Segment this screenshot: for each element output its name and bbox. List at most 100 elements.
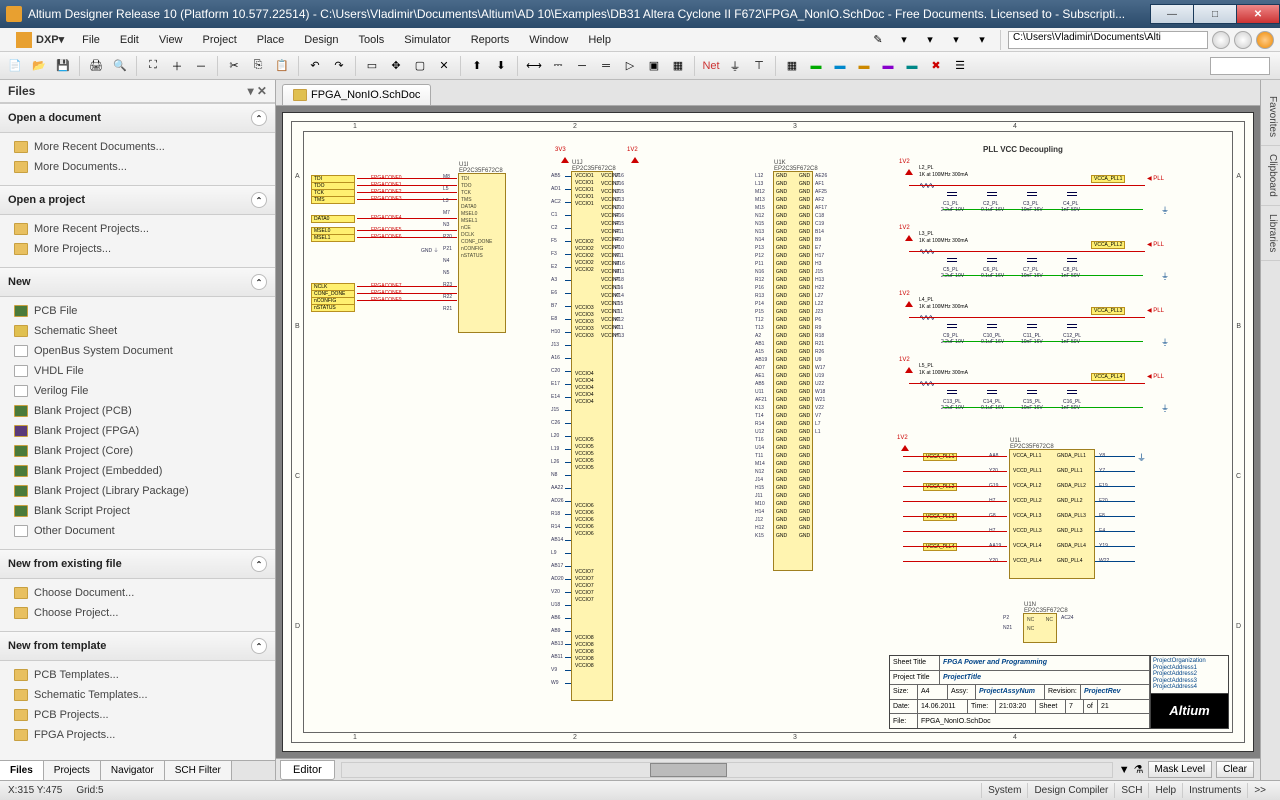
status-button-designcompiler[interactable]: Design Compiler — [1027, 783, 1114, 798]
pencil-icon[interactable]: ✎ — [867, 29, 889, 51]
place-power-icon[interactable]: ⏚ — [724, 55, 746, 77]
wire-icon[interactable]: ─ — [571, 55, 593, 77]
filter-icon[interactable]: ▼ — [1119, 764, 1130, 776]
sidebar-item[interactable]: More Recent Projects... — [0, 219, 275, 239]
layer1-icon[interactable]: ▬ — [805, 55, 827, 77]
status-button-system[interactable]: System — [981, 783, 1027, 798]
close-button[interactable]: ✕ — [1236, 4, 1280, 24]
new-icon[interactable]: 📄 — [4, 55, 26, 77]
panel-tab-sch-filter[interactable]: SCH Filter — [165, 761, 232, 780]
port-icon[interactable]: ▷ — [619, 55, 641, 77]
section-header[interactable]: Open a project⌃ — [0, 185, 275, 215]
dropdown-icon[interactable]: ▾ — [893, 29, 915, 51]
section-header[interactable]: New from existing file⌃ — [0, 549, 275, 579]
menu-project[interactable]: Project — [193, 34, 247, 46]
schematic-canvas[interactable]: 11223344AABBCCDD U1IEP2C35F672C8 TDITDOT… — [282, 112, 1254, 752]
sidebar-item[interactable]: Choose Document... — [0, 583, 275, 603]
collapse-icon[interactable]: ⌃ — [251, 274, 267, 290]
clear-button[interactable]: Clear — [1216, 761, 1254, 778]
menu-file[interactable]: File — [72, 34, 110, 46]
status-button-sch[interactable]: SCH — [1114, 783, 1148, 798]
panel-tab-navigator[interactable]: Navigator — [101, 761, 165, 780]
minimize-button[interactable]: — — [1150, 4, 1194, 24]
toolbar-input[interactable] — [1210, 57, 1270, 75]
sidebar-item[interactable]: PCB Projects... — [0, 705, 275, 725]
menu-simulator[interactable]: Simulator — [394, 34, 460, 46]
nav-fwd-button[interactable] — [1234, 31, 1252, 49]
status-button-[interactable]: >> — [1247, 783, 1272, 798]
dxp-menu[interactable]: DXP ▾ — [8, 32, 72, 48]
net-icon[interactable]: ⎓ — [547, 55, 569, 77]
layers-icon[interactable]: ☰ — [949, 55, 971, 77]
layer2-icon[interactable]: ▬ — [829, 55, 851, 77]
menu-help[interactable]: Help — [578, 34, 621, 46]
mask-level-button[interactable]: Mask Level — [1148, 761, 1213, 778]
cross-probe-icon[interactable]: ⟷ — [523, 55, 545, 77]
sidebar-item[interactable]: VHDL File — [0, 361, 275, 381]
undo-icon[interactable]: ↶ — [304, 55, 326, 77]
place-vcc-icon[interactable]: ⊤ — [748, 55, 770, 77]
sidebar-item[interactable]: Other Document — [0, 521, 275, 541]
deselect-icon[interactable]: ▢ — [409, 55, 431, 77]
path-display[interactable]: C:\Users\Vladimir\Documents\Alti — [1008, 31, 1208, 49]
menu-reports[interactable]: Reports — [461, 34, 520, 46]
funnel-icon[interactable]: ⚗ — [1134, 763, 1144, 776]
open-icon[interactable]: 📂 — [28, 55, 50, 77]
right-panel-favorites[interactable]: Favorites — [1261, 88, 1280, 146]
zoom-in-icon[interactable]: ＋ — [166, 55, 188, 77]
sheet-icon[interactable]: ▦ — [667, 55, 689, 77]
sidebar-item[interactable]: FPGA Projects... — [0, 725, 275, 745]
sidebar-item[interactable]: Blank Project (Core) — [0, 441, 275, 461]
dropdown2-icon[interactable]: ▾ — [919, 29, 941, 51]
menu-edit[interactable]: Edit — [110, 34, 149, 46]
print-icon[interactable]: 🖨 — [85, 55, 107, 77]
panel-close-icon[interactable]: ▾ ✕ — [248, 84, 267, 98]
grid-icon[interactable]: ▦ — [781, 55, 803, 77]
select-icon[interactable]: ▭ — [361, 55, 383, 77]
hier-up-icon[interactable]: ⬆ — [466, 55, 488, 77]
remove-icon[interactable]: ✖ — [925, 55, 947, 77]
redo-icon[interactable]: ↷ — [328, 55, 350, 77]
dropdown3-icon[interactable]: ▾ — [945, 29, 967, 51]
sidebar-item[interactable]: Verilog File — [0, 381, 275, 401]
zoom-fit-icon[interactable]: ⛶ — [142, 55, 164, 77]
sidebar-item[interactable]: Blank Project (PCB) — [0, 401, 275, 421]
cut-icon[interactable]: ✂ — [223, 55, 245, 77]
menu-window[interactable]: Window — [519, 34, 578, 46]
layer5-icon[interactable]: ▬ — [901, 55, 923, 77]
menu-view[interactable]: View — [149, 34, 193, 46]
collapse-icon[interactable]: ⌃ — [251, 110, 267, 126]
save-icon[interactable]: 💾 — [52, 55, 74, 77]
menu-design[interactable]: Design — [294, 34, 348, 46]
nav-back-button[interactable] — [1212, 31, 1230, 49]
section-header[interactable]: Open a document⌃ — [0, 103, 275, 133]
hier-down-icon[interactable]: ⬇ — [490, 55, 512, 77]
collapse-icon[interactable]: ⌃ — [251, 192, 267, 208]
section-header[interactable]: New from template⌃ — [0, 631, 275, 661]
panel-tab-files[interactable]: Files — [0, 761, 44, 780]
sidebar-item[interactable]: More Documents... — [0, 157, 275, 177]
layer4-icon[interactable]: ▬ — [877, 55, 899, 77]
maximize-button[interactable]: □ — [1193, 4, 1237, 24]
sidebar-item[interactable]: OpenBus System Document — [0, 341, 275, 361]
copy-icon[interactable]: ⎘ — [247, 55, 269, 77]
status-button-instruments[interactable]: Instruments — [1182, 783, 1247, 798]
right-panel-clipboard[interactable]: Clipboard — [1261, 146, 1280, 206]
component-u1n[interactable]: U1NEP2C35F672C8 NC NC NC — [1023, 613, 1057, 643]
sidebar-item[interactable]: More Projects... — [0, 239, 275, 259]
editor-tab[interactable]: Editor — [280, 760, 335, 780]
sidebar-item[interactable]: Blank Project (FPGA) — [0, 421, 275, 441]
document-tab[interactable]: FPGA_NonIO.SchDoc — [282, 84, 431, 105]
horizontal-scrollbar[interactable] — [341, 762, 1113, 778]
right-panel-libraries[interactable]: Libraries — [1261, 206, 1280, 261]
sidebar-item[interactable]: More Recent Documents... — [0, 137, 275, 157]
sidebar-item[interactable]: Schematic Sheet — [0, 321, 275, 341]
status-button-help[interactable]: Help — [1148, 783, 1182, 798]
bus-icon[interactable]: ═ — [595, 55, 617, 77]
collapse-icon[interactable]: ⌃ — [251, 638, 267, 654]
cross-icon[interactable]: ✕ — [433, 55, 455, 77]
preview-icon[interactable]: 🔍 — [109, 55, 131, 77]
sidebar-item[interactable]: Blank Script Project — [0, 501, 275, 521]
sidebar-item[interactable]: Choose Project... — [0, 603, 275, 623]
menu-tools[interactable]: Tools — [349, 34, 395, 46]
